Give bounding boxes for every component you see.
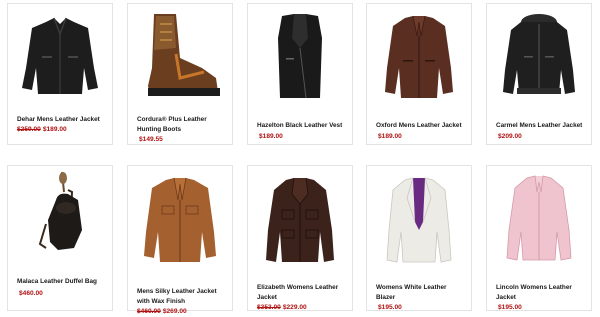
sale-price: $195.00	[498, 304, 522, 311]
product-title[interactable]: Dehar Mens Leather Jacket	[17, 115, 108, 125]
original-price: $460.00	[137, 308, 161, 315]
black-bomber-jacket-icon[interactable]	[491, 8, 587, 104]
product-card[interactable]: Elizabeth Womens Leather Jacket $353.00 $…	[247, 165, 353, 311]
black-leather-vest-icon[interactable]	[252, 8, 348, 104]
sale-price: $189.00	[259, 133, 283, 140]
product-price: $149.55	[137, 135, 228, 145]
brown-leather-jacket-icon[interactable]	[371, 8, 467, 104]
product-card[interactable]: Lincoln Womens Leather Jacket $195.00	[486, 165, 592, 311]
brown-leather-boots-icon[interactable]	[132, 8, 228, 104]
sale-price: $460.00	[19, 290, 43, 297]
white-leather-blazer-icon[interactable]	[371, 170, 467, 266]
dark-brown-womens-jacket-icon[interactable]	[252, 170, 348, 266]
sale-price: $189.00	[42, 126, 67, 133]
tan-leather-jacket-icon[interactable]	[132, 170, 228, 266]
product-title[interactable]: Oxford Mens Leather Jacket	[376, 121, 467, 131]
black-leather-jacket-icon[interactable]	[12, 8, 108, 104]
product-price: $189.00	[376, 132, 467, 142]
product-title[interactable]: Carmel Mens Leather Jacket	[496, 121, 587, 131]
product-card[interactable]: Malaca Leather Duffel Bag $460.00	[7, 165, 113, 311]
product-title[interactable]: Elizabeth Womens Leather Jacket	[257, 283, 348, 303]
product-card[interactable]: Dehar Mens Leather Jacket $259.00 $189.00	[7, 3, 113, 145]
product-title[interactable]: Hazelton Black Leather Vest	[257, 121, 348, 131]
product-price: $195.00	[496, 303, 587, 313]
product-price: $259.00 $189.00	[17, 125, 108, 135]
leather-duffel-bag-icon[interactable]	[12, 170, 108, 266]
product-title[interactable]: Lincoln Womens Leather Jacket	[496, 283, 587, 303]
product-title[interactable]: Malaca Leather Duffel Bag	[17, 277, 108, 287]
product-title[interactable]: Womens White Leather Blazer	[376, 283, 467, 303]
product-price: $209.00	[496, 132, 587, 142]
product-card[interactable]: Mens Silky Leather Jacket with Wax Finis…	[127, 165, 233, 315]
pink-leather-jacket-icon[interactable]	[491, 170, 587, 266]
product-card[interactable]: Womens White Leather Blazer $195.00	[366, 165, 472, 311]
product-price: $189.00	[257, 132, 348, 142]
sale-price: $229.00	[282, 304, 307, 311]
original-price: $353.00	[257, 304, 281, 311]
product-price: $195.00	[376, 303, 467, 313]
product-card[interactable]: Oxford Mens Leather Jacket $189.00	[366, 3, 472, 145]
product-card[interactable]: Cordura® Plus Leather Hunting Boots $149…	[127, 3, 233, 145]
sale-price: $189.00	[378, 133, 402, 140]
product-card[interactable]: Carmel Mens Leather Jacket $209.00	[486, 3, 592, 145]
product-title[interactable]: Mens Silky Leather Jacket with Wax Finis…	[137, 287, 228, 307]
sale-price: $209.00	[498, 133, 522, 140]
product-grid: Dehar Mens Leather Jacket $259.00 $189.00…	[0, 0, 600, 316]
sale-price: $195.00	[378, 304, 402, 311]
product-card[interactable]: Hazelton Black Leather Vest $189.00	[247, 3, 353, 145]
sale-price: $149.55	[139, 136, 163, 143]
product-price: $353.00 $229.00	[257, 303, 348, 313]
product-title[interactable]: Cordura® Plus Leather Hunting Boots	[137, 115, 228, 135]
product-price: $460.00	[17, 289, 108, 299]
sale-price: $269.00	[162, 308, 187, 315]
original-price: $259.00	[17, 126, 41, 133]
